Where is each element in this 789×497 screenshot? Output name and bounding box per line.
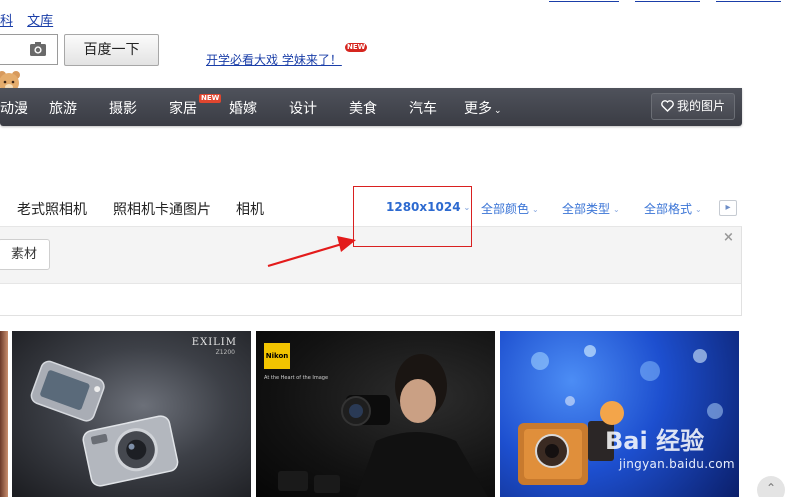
result-thumbnail[interactable]: Nikon At the Heart of the Image [256,331,495,497]
vintage-camera-image [518,345,723,485]
exilim-brand-text: EXILIM [191,337,237,348]
nikon-tagline: At the Heart of the Image [264,375,329,381]
exilim-model-text: Z1200 [215,349,235,356]
watermark-brand: Bai 经验 [605,427,704,455]
baidu-jingyan-watermark: Bai 经验 [605,427,704,455]
result-thumbnail[interactable] [500,331,739,497]
nikon-logo: Nikon [264,343,290,369]
result-thumbnail[interactable]: EXILIM Z1200 [12,331,251,497]
watermark-url: jingyan.baidu.com [619,457,735,471]
scroll-top-button[interactable]: ⌃ [757,476,785,497]
photographer-image [278,354,488,497]
chevron-up-icon: ⌃ [765,481,777,495]
result-thumbnail[interactable] [0,331,8,497]
